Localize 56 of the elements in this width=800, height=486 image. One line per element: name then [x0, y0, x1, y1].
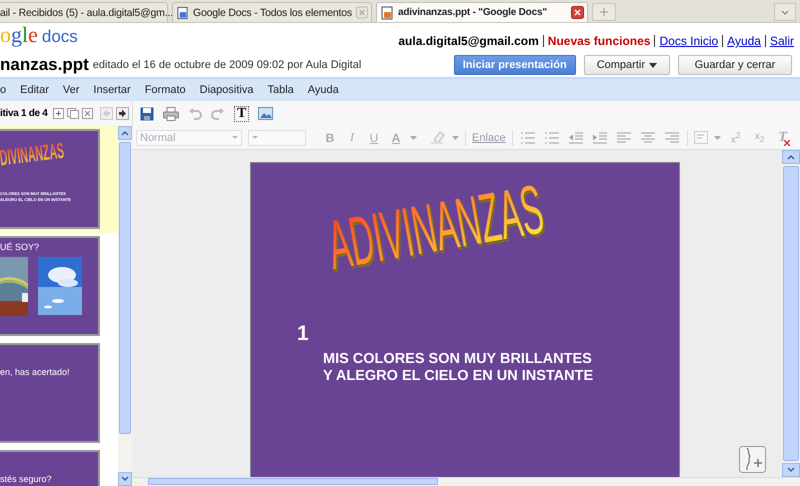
scrollbar[interactable]: [118, 126, 132, 486]
menu-item[interactable]: o: [0, 84, 6, 96]
account-email: aula.digital5@gmail.com: [398, 34, 539, 48]
redo-icon[interactable]: [211, 108, 225, 120]
document-title: nanzas.ppt: [0, 55, 89, 75]
slide-text: Y ALEGRO EL CIELO EN UN INSTANTE: [323, 368, 594, 385]
cross-icon: [784, 140, 790, 146]
scroll-down-icon[interactable]: [782, 463, 800, 477]
slide-text: MIS COLORES SON MUY BRILLANTES: [323, 351, 593, 368]
thumbnail-text: en, has acertado!: [0, 367, 71, 377]
document-icon: [380, 6, 394, 20]
save-icon[interactable]: [140, 106, 154, 120]
toolbar-button[interactable]: Compartir: [584, 55, 670, 75]
scroll-down-icon[interactable]: [118, 472, 132, 486]
browser-tab[interactable]: Google Docs - Todos los elementos: [172, 2, 372, 22]
menu-item[interactable]: Formato: [144, 84, 186, 96]
caret-icon: [649, 62, 657, 68]
logo-text: ogle: [0, 22, 38, 48]
duplicate-slide-icon[interactable]: [66, 108, 79, 119]
menu-item[interactable]: Diapositiva: [200, 84, 254, 96]
menu-item[interactable]: Editar: [20, 84, 49, 96]
undo-icon[interactable]: [188, 108, 202, 120]
tab-list-icon[interactable]: [774, 3, 796, 21]
thumbnail-title: UÉ SOY?: [0, 242, 40, 252]
scrollbar[interactable]: [132, 477, 800, 486]
header-link[interactable]: Ayuda: [727, 34, 761, 48]
delete-slide-icon[interactable]: [82, 108, 93, 119]
thumbnail-text: stés seguro?: [0, 474, 53, 484]
document-icon: [176, 6, 189, 20]
new-tab-icon[interactable]: [592, 3, 616, 21]
menu-item[interactable]: Ayuda: [308, 84, 339, 96]
slide-number-text: 1: [297, 323, 310, 345]
profile-plus-icon[interactable]: [739, 446, 766, 473]
header-link[interactable]: Salir: [770, 34, 794, 48]
slide-counter: itiva 1 de 4: [0, 108, 48, 119]
menu-item[interactable]: Ver: [62, 84, 80, 96]
print-icon[interactable]: [163, 106, 179, 120]
add-slide-icon[interactable]: [52, 108, 64, 119]
header-link[interactable]: Nuevas funciones: [548, 34, 650, 48]
logo-product-text: docs: [42, 27, 78, 47]
scroll-up-icon[interactable]: [782, 150, 800, 164]
header-link[interactable]: Docs Inicio: [659, 34, 718, 48]
menu-item[interactable]: Insertar: [93, 84, 131, 96]
scroll-up-icon[interactable]: [118, 126, 132, 140]
toolbar-button[interactable]: Guardar y cerrar: [678, 55, 792, 75]
text-box-tool[interactable]: T: [234, 106, 250, 122]
close-icon[interactable]: [571, 6, 584, 19]
edited-info: editado el 16 de octubre de 2009 09:02 por Aula Digital: [92, 59, 362, 71]
next-arrow-icon[interactable]: [116, 107, 129, 120]
browser-tab[interactable]: adivinanzas.ppt - "Google Docs": [376, 2, 588, 22]
scrollbar[interactable]: [782, 150, 800, 477]
caret-icon: [410, 136, 417, 140]
image-icon[interactable]: [258, 107, 274, 120]
caret-icon: [452, 136, 459, 140]
caret-icon: [714, 136, 721, 140]
menu-item[interactable]: Tabla: [267, 84, 294, 96]
